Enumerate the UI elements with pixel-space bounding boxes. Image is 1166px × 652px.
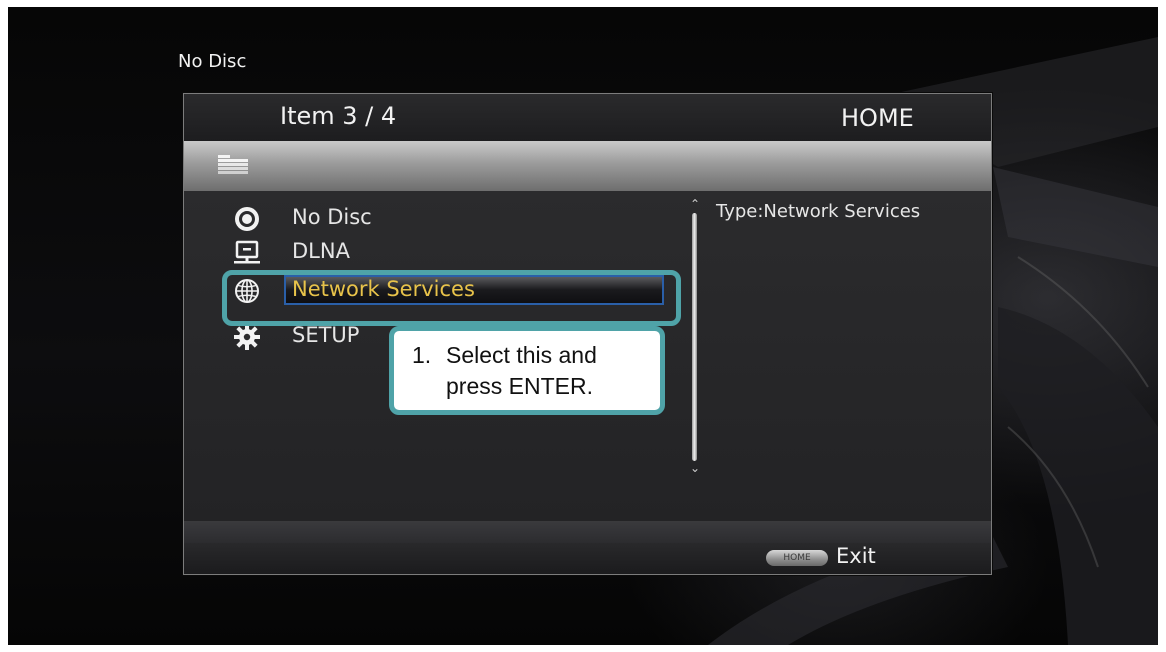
exit-label: Exit [836,544,876,568]
menu-item-label: Network Services [292,277,475,301]
menu-item-no-disc[interactable]: No Disc [234,201,372,237]
scrollbar[interactable]: ⌃ ⌄ [689,198,701,474]
panel-header: Item 3 / 4 HOME [184,94,991,141]
toolbar [184,141,991,191]
callout-text-line-1: Select this and [446,342,597,368]
page-title: HOME [841,104,914,132]
menu-item-dlna[interactable]: DLNA [234,235,350,271]
instruction-callout: 1. Select this and press ENTER. [389,326,665,415]
dlna-network-icon [234,240,260,264]
footer-divider [184,521,991,543]
gear-icon [234,324,260,350]
menu-item-label: No Disc [292,205,372,229]
disc-status-text: No Disc [178,51,247,72]
scroll-track[interactable] [692,213,697,461]
folder-icon [218,155,248,174]
callout-step-number: 1. [412,342,432,368]
callout-text-line-2: press ENTER. [446,373,593,399]
item-counter: Item 3 / 4 [280,102,397,130]
disc-icon [235,207,259,231]
scroll-up-icon[interactable]: ⌃ [689,198,701,210]
menu-item-label: DLNA [292,239,350,263]
panel-footer: HOME Exit [184,543,991,574]
item-type-info: Type:Network Services [716,201,921,222]
home-key-icon[interactable]: HOME [766,550,828,566]
menu-item-label: SETUP [292,323,360,347]
scroll-down-icon[interactable]: ⌄ [689,462,701,474]
